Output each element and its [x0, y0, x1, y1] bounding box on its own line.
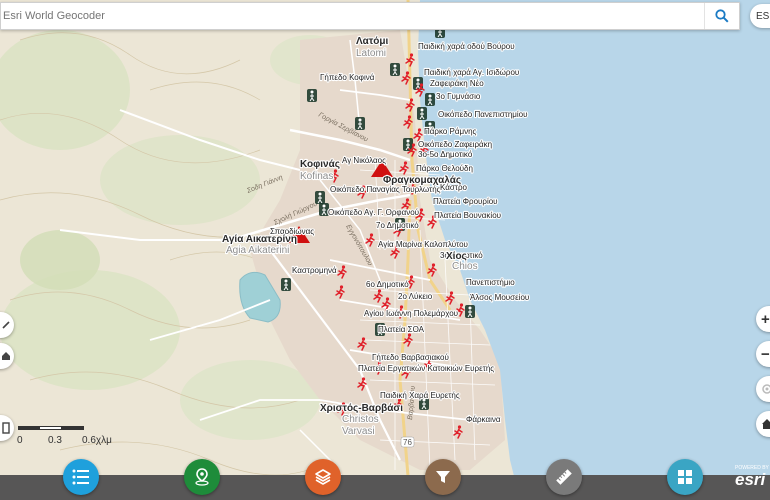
- poi-label: 2ο Λύκειο: [398, 292, 433, 301]
- poi-label: Κάστρο: [440, 183, 468, 192]
- poi-label: Οικόπεδο Ζαφειράκη: [418, 140, 492, 149]
- poi-label: Πανεπιστήμιο: [466, 278, 515, 287]
- search-input[interactable]: [1, 3, 703, 29]
- poi-label: 6ο Δημοτικό: [366, 280, 409, 289]
- zoom-in-icon: +: [761, 310, 770, 328]
- compass-icon: [2, 321, 10, 329]
- list-icon: [72, 469, 89, 485]
- place-label: Kofinas: [300, 171, 333, 182]
- poi-label: Παιδική χαρά οδού Βούρου: [418, 42, 515, 51]
- home-icon: [2, 352, 10, 360]
- poi-label: Παιδική Χαρά Ευρετής: [380, 391, 460, 400]
- poi-label: 3ο Γυμνάσιο: [436, 92, 481, 101]
- search-icon: [715, 9, 729, 23]
- poi-label: Αγία Μαρίνα Καλοπλύτου: [378, 240, 468, 249]
- poi-label: Φάρκαινα: [466, 415, 501, 424]
- place-label: Christos: [342, 414, 379, 425]
- target-icon: [762, 384, 770, 394]
- place-label: Chios: [452, 261, 478, 272]
- place-label: Varvasi: [342, 426, 375, 437]
- filter-button[interactable]: [425, 459, 461, 495]
- scale-label: 0.6χλμ: [82, 435, 112, 446]
- poi-label: Πλατεία Βουνακίου: [434, 211, 501, 220]
- route-76-label: 76: [403, 438, 412, 447]
- location-button[interactable]: [184, 459, 220, 495]
- hiker-marker[interactable]: [355, 117, 365, 130]
- route-shield: 76: [400, 436, 415, 448]
- place-label: Agia Aikaterini: [226, 245, 289, 256]
- poi-label: Οικόπεδο Αγ. Γ. Ορφανού: [328, 208, 419, 217]
- poi-label: Πάρκο Ράμνης: [424, 127, 477, 136]
- poi-label: Πλατεία Φρουρίου: [433, 197, 498, 206]
- ruler-icon: [556, 469, 572, 485]
- filter-icon: [436, 471, 450, 483]
- hiker-marker[interactable]: [281, 278, 291, 291]
- list-icon: [2, 422, 10, 434]
- zoom-out-icon: −: [761, 345, 770, 363]
- location-pin-icon: [195, 468, 209, 486]
- hiker-marker[interactable]: [465, 305, 475, 318]
- measure-button[interactable]: [546, 459, 582, 495]
- poi-label: Οικόπεδο Πανεπιστημίου: [438, 110, 527, 119]
- poi-label: Πλατεία ΣΟΑ: [378, 325, 425, 334]
- hiker-marker[interactable]: [315, 191, 325, 204]
- poi-label: Γήπεδο Κοφινά: [320, 73, 375, 82]
- geocoder-search[interactable]: [0, 2, 740, 30]
- place-label: Λατόμι: [356, 36, 389, 47]
- scale-label: 0.3: [48, 435, 62, 446]
- layers-button[interactable]: [305, 459, 341, 495]
- hiker-marker[interactable]: [425, 93, 435, 106]
- apps-button[interactable]: [667, 459, 703, 495]
- map-canvas[interactable]: 76 Γοργία Σερβίανου Σοδη Γιάννη Σχολή Γι…: [0, 0, 770, 500]
- home-icon: [762, 419, 770, 429]
- basemap-toggle-label: ESI: [756, 10, 770, 22]
- poi-label: Γήπεδο Βαρβασιακού: [372, 353, 449, 362]
- hiker-marker[interactable]: [307, 89, 317, 102]
- poi-label: Παιδική χαρά Αγ. Ισιδώρου: [424, 68, 519, 77]
- poi-label: Καστρομηνά: [292, 266, 337, 275]
- poi-label: Αγίου Ιωάννη Πολεμάρχου: [364, 309, 458, 318]
- scale-bar-graphic: [18, 426, 84, 430]
- layer-list-button[interactable]: [63, 459, 99, 495]
- esri-logo[interactable]: esri: [735, 470, 765, 490]
- place-label: Κοφινάς: [300, 159, 340, 170]
- poi-label: 3ο-5ο Δημοτικό: [418, 150, 473, 159]
- place-label: Latomi: [356, 48, 386, 59]
- poi-label: Πάρκο Θελούδη: [416, 164, 473, 173]
- hiker-marker[interactable]: [390, 63, 400, 76]
- poi-label: Πλατεία Εργατικών Κατοικιών Ευρετής: [358, 364, 494, 373]
- bottom-toolbar: [0, 475, 770, 500]
- search-button[interactable]: [704, 3, 739, 29]
- poi-label: Άλσος Μουσείου: [470, 293, 529, 302]
- hiker-marker[interactable]: [417, 107, 427, 120]
- basemap-toggle-button[interactable]: ESI: [750, 4, 770, 28]
- poi-label: Ζαφειράκη Νέο: [430, 79, 484, 88]
- layers-icon: [315, 469, 331, 485]
- grid-icon: [678, 470, 692, 484]
- poi-label: 7ο Δημοτικό: [376, 221, 419, 230]
- poi-label: Οικόπεδο Παναγίας Τουρλωτής: [330, 185, 441, 194]
- scale-label: 0: [17, 435, 23, 446]
- place-label: Αγία Αικατερίνη: [222, 234, 297, 245]
- poi-label: Αγ Νικόλαος: [342, 156, 386, 165]
- place-label: Χριστός-Βαρβάσι: [320, 403, 403, 414]
